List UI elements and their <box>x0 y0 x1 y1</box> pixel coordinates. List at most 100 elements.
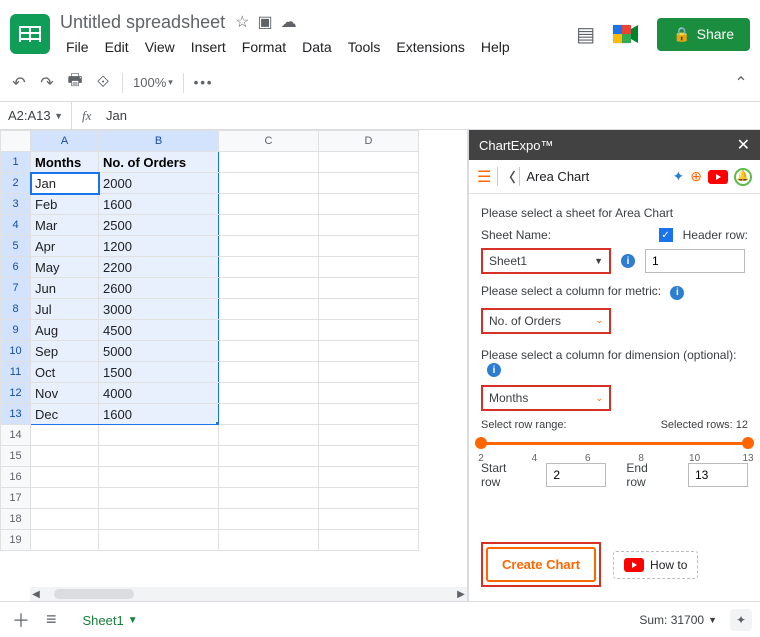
cell[interactable] <box>219 215 319 236</box>
cell[interactable] <box>99 488 219 509</box>
zoom-select[interactable]: 100% ▾ <box>133 75 173 90</box>
meet-icon[interactable] <box>609 17 643 51</box>
cell[interactable]: Dec <box>31 404 99 425</box>
menu-extensions[interactable]: Extensions <box>390 37 470 57</box>
row-header[interactable]: 12 <box>1 383 31 404</box>
cell[interactable]: 4000 <box>99 383 219 404</box>
info-icon[interactable]: i <box>670 286 684 300</box>
collapse-toolbar-icon[interactable]: ⌃ <box>732 73 750 93</box>
name-box[interactable]: A2:A13 ▼ <box>0 102 72 129</box>
add-chart-icon[interactable]: ⊕ <box>690 168 702 185</box>
menu-tools[interactable]: Tools <box>342 37 387 57</box>
row-header[interactable]: 8 <box>1 299 31 320</box>
cell[interactable] <box>319 320 419 341</box>
row-header[interactable]: 19 <box>1 530 31 551</box>
start-row-input[interactable] <box>546 463 606 487</box>
cell[interactable]: Feb <box>31 194 99 215</box>
cell[interactable] <box>219 362 319 383</box>
row-header[interactable]: 2 <box>1 173 31 194</box>
cell[interactable] <box>319 530 419 551</box>
paint-format-icon[interactable]: ⟐ <box>94 74 112 92</box>
cell[interactable] <box>219 299 319 320</box>
document-title[interactable]: Untitled spreadsheet <box>60 12 225 33</box>
row-header[interactable]: 9 <box>1 320 31 341</box>
cell[interactable] <box>99 446 219 467</box>
header-row-input[interactable] <box>645 249 745 273</box>
cell[interactable]: 3000 <box>99 299 219 320</box>
cell[interactable] <box>319 236 419 257</box>
cell[interactable] <box>219 383 319 404</box>
row-header[interactable]: 10 <box>1 341 31 362</box>
cell[interactable] <box>31 530 99 551</box>
create-chart-button[interactable]: Create Chart <box>486 547 596 582</box>
cell[interactable] <box>319 173 419 194</box>
cell[interactable]: 2200 <box>99 257 219 278</box>
cell[interactable] <box>219 509 319 530</box>
info-icon[interactable]: i <box>487 363 501 377</box>
cell[interactable] <box>219 236 319 257</box>
undo-icon[interactable]: ↶ <box>10 73 28 93</box>
row-header[interactable]: 11 <box>1 362 31 383</box>
cell[interactable]: Jul <box>31 299 99 320</box>
cell[interactable]: 1500 <box>99 362 219 383</box>
column-header[interactable]: C <box>219 131 319 152</box>
cell[interactable] <box>219 404 319 425</box>
row-header[interactable]: 15 <box>1 446 31 467</box>
howto-button[interactable]: How to <box>613 551 698 579</box>
close-icon[interactable]: ✕ <box>737 135 750 155</box>
column-header[interactable]: D <box>319 131 419 152</box>
cell[interactable]: Nov <box>31 383 99 404</box>
cell[interactable] <box>99 509 219 530</box>
cell[interactable]: Aug <box>31 320 99 341</box>
cell[interactable] <box>319 509 419 530</box>
slider-knob-start[interactable] <box>475 437 487 449</box>
horizontal-scrollbar[interactable]: ◀ ▶ <box>30 587 467 601</box>
row-range-slider[interactable]: 2 4 6 8 10 13 <box>481 435 748 451</box>
star-icon[interactable]: ☆ <box>235 12 249 32</box>
cell[interactable] <box>319 425 419 446</box>
cell[interactable] <box>31 425 99 446</box>
hamburger-icon[interactable]: ☰ <box>477 167 491 187</box>
row-header[interactable]: 7 <box>1 278 31 299</box>
cell[interactable] <box>31 488 99 509</box>
cell[interactable] <box>99 530 219 551</box>
cell[interactable]: 5000 <box>99 341 219 362</box>
cell[interactable]: Apr <box>31 236 99 257</box>
cell[interactable] <box>219 320 319 341</box>
cell[interactable] <box>319 257 419 278</box>
cell[interactable] <box>31 509 99 530</box>
menu-edit[interactable]: Edit <box>99 37 135 57</box>
cell[interactable]: Months <box>31 152 99 173</box>
move-icon[interactable]: ▣ <box>257 12 272 32</box>
cell[interactable]: 2600 <box>99 278 219 299</box>
cell[interactable] <box>319 341 419 362</box>
formula-input[interactable]: Jan <box>102 108 760 123</box>
menu-file[interactable]: File <box>60 37 95 57</box>
metric-select[interactable]: No. of Orders ⌄ <box>481 308 611 334</box>
cell[interactable]: Sep <box>31 341 99 362</box>
cell[interactable]: 2000 <box>99 173 219 194</box>
row-header[interactable]: 6 <box>1 257 31 278</box>
select-all-corner[interactable] <box>1 131 31 152</box>
slider-knob-end[interactable] <box>742 437 754 449</box>
cell[interactable] <box>219 341 319 362</box>
wand-icon[interactable]: ✦ <box>673 168 685 185</box>
cell[interactable]: 1600 <box>99 404 219 425</box>
scroll-right-icon[interactable]: ▶ <box>455 589 467 600</box>
cell[interactable]: 4500 <box>99 320 219 341</box>
header-row-checkbox[interactable]: ✓ <box>659 228 673 242</box>
menu-view[interactable]: View <box>139 37 181 57</box>
row-header[interactable]: 18 <box>1 509 31 530</box>
cell[interactable] <box>319 362 419 383</box>
cell[interactable] <box>319 152 419 173</box>
cell[interactable]: Mar <box>31 215 99 236</box>
cell[interactable] <box>219 530 319 551</box>
comments-icon[interactable]: ▤ <box>576 22 595 47</box>
cell[interactable]: Oct <box>31 362 99 383</box>
column-header[interactable]: B <box>99 131 219 152</box>
cell[interactable] <box>219 152 319 173</box>
cloud-icon[interactable]: ☁ <box>281 12 297 32</box>
cell[interactable]: Jun <box>31 278 99 299</box>
cell[interactable] <box>219 173 319 194</box>
row-header[interactable]: 14 <box>1 425 31 446</box>
